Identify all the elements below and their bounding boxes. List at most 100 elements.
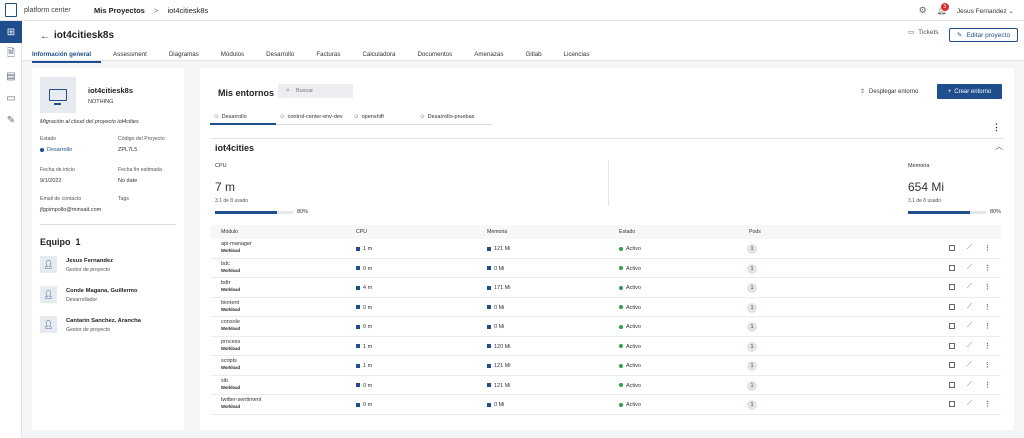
tab-licencias[interactable]: Licencias <box>564 51 600 63</box>
tab-documentos[interactable]: Documentos <box>417 51 462 63</box>
tab-calculadora[interactable]: Calculadora <box>362 51 405 63</box>
memory-used: 3.1 de 8 usado <box>908 198 942 204</box>
table-row[interactable]: scripts Workload 1 m 121 Mi Activo 1 ⟋ ⋮ <box>211 356 1001 376</box>
nav-edit-icon[interactable]: ✎ <box>0 109 22 131</box>
settings-gear-icon[interactable]: ⚙ <box>919 5 927 16</box>
table-row[interactable]: twitter-sentiment Workload 0 m 0 Mi Acti… <box>211 395 1001 415</box>
env-tab[interactable]: ⊙ Desarrollo-pruebas <box>416 114 492 125</box>
module-name[interactable]: bdc <box>221 261 240 267</box>
cpu-label: CPU <box>215 163 227 169</box>
cpu-value: 0 m <box>363 382 373 389</box>
module-name[interactable]: twitter-sentiment <box>221 397 261 403</box>
cpu-value: 7 m <box>215 180 236 194</box>
view-square-icon[interactable] <box>949 284 955 290</box>
view-square-icon[interactable] <box>949 362 955 368</box>
row-actions: ⟋ ⋮ <box>949 303 991 311</box>
view-square-icon[interactable] <box>949 401 955 407</box>
module-type: Workload <box>221 267 241 273</box>
nav-report-icon[interactable]: ▤ <box>0 65 22 87</box>
more-options-icon[interactable]: ⋮ <box>984 400 991 408</box>
view-square-icon[interactable] <box>949 381 955 388</box>
cpu-cell: 0 m <box>356 324 372 330</box>
env-tab[interactable]: ⊙ control-center-env-dev <box>276 114 350 125</box>
tab-assessment[interactable]: Assessment <box>113 51 157 63</box>
header-pods: Pods <box>749 229 761 235</box>
tab-facturas[interactable]: Facturas <box>316 51 350 63</box>
table-row[interactable]: bdc Workload 0 m 0 Mi Activo 1 ⟋ ⋮ <box>211 259 1001 278</box>
tickets-button[interactable]: ▭ Tickets <box>908 28 939 37</box>
pods-count: 1 <box>747 263 757 274</box>
table-row[interactable]: console Workload 0 m 0 Mi Activo 1 ⟋ ⋮ <box>211 317 1001 337</box>
status-dot-icon <box>619 246 623 251</box>
module-name[interactable]: api-manager <box>221 241 252 247</box>
tab-informacion-general[interactable]: Información general <box>32 51 102 63</box>
tab-gitlab[interactable]: Gitlab <box>525 51 551 63</box>
create-environment-button[interactable]: + Crear entorno <box>937 84 1002 99</box>
view-square-icon[interactable] <box>949 323 955 329</box>
view-square-icon[interactable] <box>949 245 955 251</box>
env-tab[interactable]: ⊙ Desarrollo <box>210 114 276 125</box>
status-dot-icon <box>619 363 623 368</box>
chart-line-icon[interactable]: ⟋ <box>967 361 972 369</box>
cpu-square-icon <box>356 383 360 388</box>
cpu-cell: 4 m <box>356 285 372 291</box>
chart-line-icon[interactable]: ⟋ <box>967 283 972 291</box>
cpu-cell: 0 m <box>356 402 372 408</box>
view-square-icon[interactable] <box>949 303 955 310</box>
edit-project-button[interactable]: ✎ Editar proyecto <box>949 28 1018 42</box>
platform-logo-icon[interactable] <box>0 0 22 21</box>
chart-line-icon[interactable]: ⟋ <box>967 303 972 311</box>
nav-document-icon[interactable]: 🗎︎ <box>0 43 22 65</box>
module-name[interactable]: process <box>221 339 240 345</box>
module-name[interactable]: sib <box>221 378 240 384</box>
env-tab[interactable]: ⊙ openshift <box>350 114 416 125</box>
deploy-environment-button[interactable]: ⇪ Desplegar entorno <box>860 88 918 96</box>
chart-line-icon[interactable]: ⟋ <box>967 244 972 252</box>
cpu-value: 1 m <box>363 343 373 350</box>
module-name[interactable]: biorient <box>221 300 240 306</box>
more-options-icon[interactable]: ⋮ <box>984 244 991 252</box>
module-name[interactable]: scripts <box>221 358 240 364</box>
chart-line-icon[interactable]: ⟋ <box>967 400 972 408</box>
row-actions: ⟋ ⋮ <box>949 400 991 408</box>
left-nav: ⊞ 🗎︎ ▤ ▭ ✎ <box>0 21 22 438</box>
notifications-bell-icon[interactable]: 🔔︎ 3 <box>937 3 949 15</box>
chart-line-icon[interactable]: ⟋ <box>967 381 972 389</box>
table-row[interactable]: api-manager Workload 1 m 121 Mi Activo 1… <box>211 239 1001 259</box>
user-menu[interactable]: Jesus Fernandez ⌄ <box>957 7 1014 15</box>
chart-line-icon[interactable]: ⟋ <box>967 264 972 272</box>
memory-value: 121 Mi <box>494 382 511 389</box>
table-row[interactable]: bdtr Workload 4 m 171 Mi Activo 1 ⟋ ⋮ <box>211 278 1001 298</box>
tab-amenazas[interactable]: Amenazas <box>474 51 513 63</box>
more-options-icon[interactable]: ⋮ <box>984 303 991 311</box>
chart-line-icon[interactable]: ⟋ <box>967 342 972 350</box>
row-actions: ⟋ ⋮ <box>949 342 991 350</box>
nav-card-icon[interactable]: ▭ <box>0 87 22 109</box>
cpu-progress-fill <box>215 211 278 214</box>
cpu-square-icon <box>356 266 360 271</box>
more-options-icon[interactable]: ⋮ <box>984 342 991 350</box>
more-options-icon[interactable]: ⋮ <box>984 381 991 389</box>
tab-modulos[interactable]: Módulos <box>221 51 254 63</box>
more-options-icon[interactable]: ⋮ <box>984 322 991 330</box>
table-row[interactable]: sib Workload 0 m 121 Mi Activo 1 ⟋ ⋮ <box>211 376 1001 395</box>
more-options-icon[interactable]: ⋮ <box>984 264 991 272</box>
pods-count: 1 <box>747 341 757 352</box>
module-name[interactable]: console <box>221 319 240 325</box>
breadcrumb-root[interactable]: Mis Proyectos <box>94 6 145 15</box>
view-square-icon[interactable] <box>949 342 955 349</box>
more-options-icon[interactable]: ⋮ <box>984 283 991 291</box>
chart-line-icon[interactable]: ⟋ <box>967 322 972 330</box>
table-row[interactable]: biorient Workload 0 m 0 Mi Activo 1 ⟋ ⋮ <box>211 298 1001 317</box>
more-options-icon[interactable]: ⋮ <box>984 361 991 369</box>
status-cell: Activo <box>619 324 641 330</box>
chevron-up-icon[interactable]: ︿ <box>995 141 1003 152</box>
more-options-icon[interactable]: ⋮ <box>992 122 1001 133</box>
module-name[interactable]: bdtr <box>221 280 240 286</box>
nav-projects-grid-icon[interactable]: ⊞ <box>0 21 22 43</box>
tab-desarrollo[interactable]: Desarrollo <box>266 51 304 63</box>
tab-diagramas[interactable]: Diagramas <box>169 51 209 63</box>
back-arrow-icon[interactable]: ← <box>40 31 50 42</box>
table-row[interactable]: process Workload 1 m 120 Mi Activo 1 ⟋ ⋮ <box>211 337 1001 356</box>
view-square-icon[interactable] <box>949 264 955 271</box>
